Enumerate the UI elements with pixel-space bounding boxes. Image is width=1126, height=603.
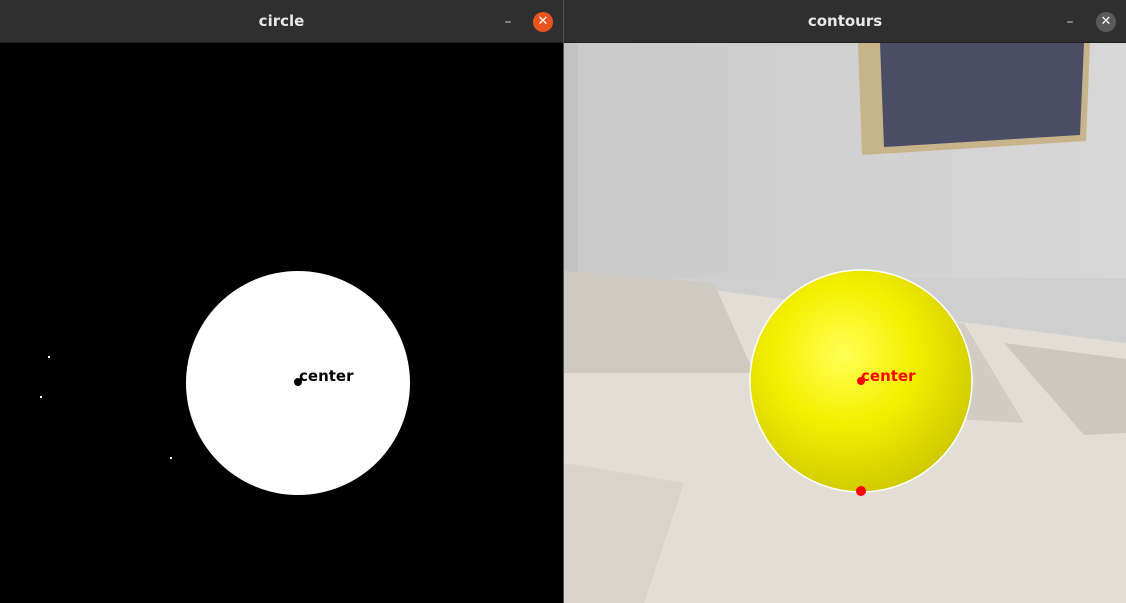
contours-image	[564, 43, 1126, 603]
window-title: contours	[807, 12, 883, 30]
center-label: center	[299, 367, 354, 385]
contours-image-view: center	[564, 43, 1126, 603]
close-icon[interactable]: ✕	[1096, 12, 1116, 32]
noise-speck	[170, 457, 172, 459]
bottom-point	[856, 486, 866, 496]
minimize-icon[interactable]: –	[498, 12, 518, 32]
close-icon[interactable]: ✕	[533, 12, 553, 32]
titlebar[interactable]: circle – ✕	[0, 0, 563, 43]
window-title: circle	[258, 12, 305, 30]
minimize-icon[interactable]: –	[1060, 12, 1080, 32]
circle-image	[0, 43, 563, 603]
circle-window: circle – ✕ center	[0, 0, 563, 603]
noise-speck	[40, 396, 42, 398]
picture-panel	[880, 43, 1084, 147]
titlebar[interactable]: contours – ✕	[564, 0, 1126, 43]
center-label: center	[861, 367, 916, 385]
floor-tile	[564, 271, 754, 373]
noise-speck	[48, 356, 50, 358]
contours-window: contours – ✕ center	[564, 0, 1126, 603]
circle-image-view: center	[0, 43, 563, 603]
